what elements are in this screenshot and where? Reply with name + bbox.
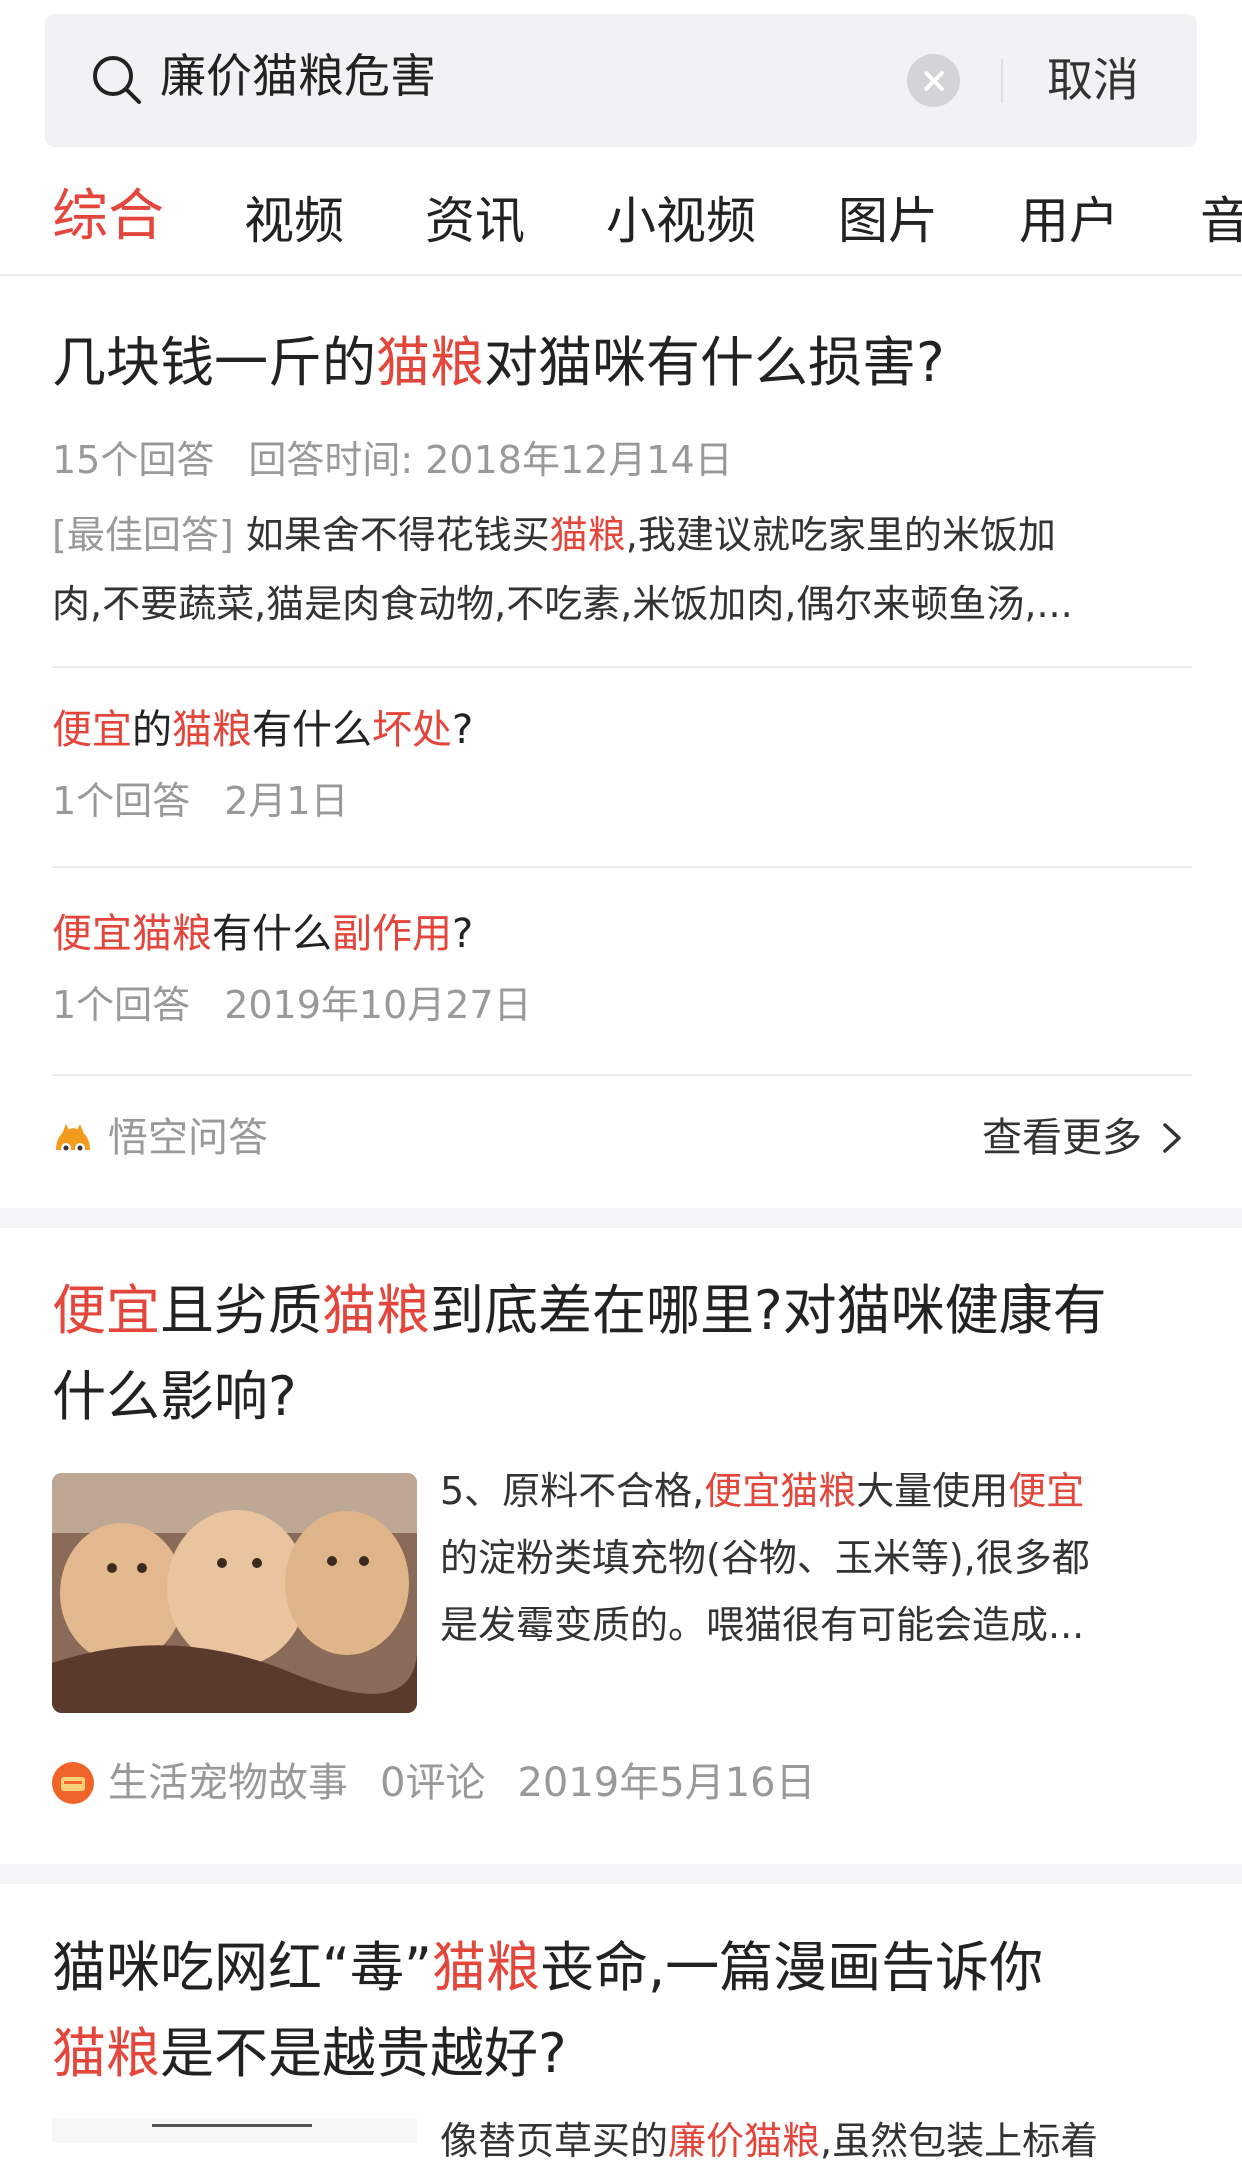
tab-images[interactable]: 图片 [838, 188, 938, 254]
search-input[interactable]: 廉价猫粮危害 [160, 46, 436, 106]
tab-news[interactable]: 资讯 [425, 188, 525, 254]
tab-music[interactable]: 音 [1200, 188, 1242, 254]
clear-icon[interactable] [907, 54, 960, 107]
section-gap [0, 1208, 1242, 1228]
article-thumbnail[interactable] [52, 1473, 417, 1713]
chevron-right-icon[interactable] [1160, 1120, 1184, 1156]
divider [52, 866, 1192, 868]
view-more-button[interactable]: 查看更多 [982, 1110, 1142, 1166]
cats-image-icon [52, 1473, 417, 1713]
article-title[interactable]: 猫咪吃网红“毒”猫粮丧命,一篇漫画告诉你 [52, 1925, 1202, 2011]
channel-avatar [52, 1762, 94, 1804]
tab-video[interactable]: 视频 [244, 188, 344, 254]
related-meta: 1个回答 2019年10月27日 [52, 983, 532, 1027]
divider [52, 666, 1192, 668]
related-question[interactable]: 便宜的猫粮有什么坏处? [52, 702, 473, 758]
search-bar: 廉价猫粮危害 取消 [45, 14, 1197, 147]
cancel-button[interactable]: 取消 [1047, 50, 1139, 110]
tab-short-video[interactable]: 小视频 [606, 188, 756, 254]
related-meta: 1个回答 2月1日 [52, 779, 349, 823]
best-answer-line2: 肉,不要蔬菜,猫是肉食动物,不吃素,米饭加肉,偶尔来顿鱼汤,... [52, 582, 1073, 626]
source-label: 悟空问答 [108, 1115, 268, 1161]
article-title-line2[interactable]: 什么影响? [52, 1354, 1202, 1440]
divider [1001, 59, 1003, 103]
article-snippet: 像替页草买的廉价猫粮,虽然包装上标着 [440, 2119, 1099, 2163]
article-title[interactable]: 便宜且劣质猫粮到底差在哪里?对猫咪健康有 [52, 1268, 1202, 1354]
search-icon [93, 56, 141, 104]
qa-meta: 15个回答 回答时间: 2018年12月14日 [52, 438, 733, 482]
best-answer[interactable]: [最佳回答] 如果舍不得花钱买猫粮,我建议就吃家里的米饭加 [52, 502, 1202, 569]
wukong-logo-icon [56, 1124, 90, 1153]
article-meta: 生活宠物故事 0评论 2019年5月16日 [108, 1760, 816, 1806]
article-snippet: 5、原料不合格,便宜猫粮大量使用便宜 [440, 1469, 1085, 1513]
related-question[interactable]: 便宜猫粮有什么副作用? [52, 906, 473, 962]
qa-title[interactable]: 几块钱一斤的猫粮对猫咪有什么损害? [52, 320, 1202, 406]
section-gap [0, 1864, 1242, 1884]
article-snippet-line3: 是发霉变质的。喂猫很有可能会造成... [440, 1603, 1085, 1647]
tab-all[interactable]: 综合 [52, 184, 164, 250]
article-snippet-line2: 的淀粉类填充物(谷物、玉米等),很多都 [440, 1536, 1090, 1580]
divider [52, 1074, 1192, 1076]
article-thumbnail[interactable] [52, 2118, 417, 2143]
tab-users[interactable]: 用户 [1019, 188, 1119, 254]
article-title-line2[interactable]: 猫粮是不是越贵越好? [52, 2011, 1202, 2097]
tab-bar: 综合 视频 资讯 小视频 图片 用户 音 [0, 178, 1242, 276]
